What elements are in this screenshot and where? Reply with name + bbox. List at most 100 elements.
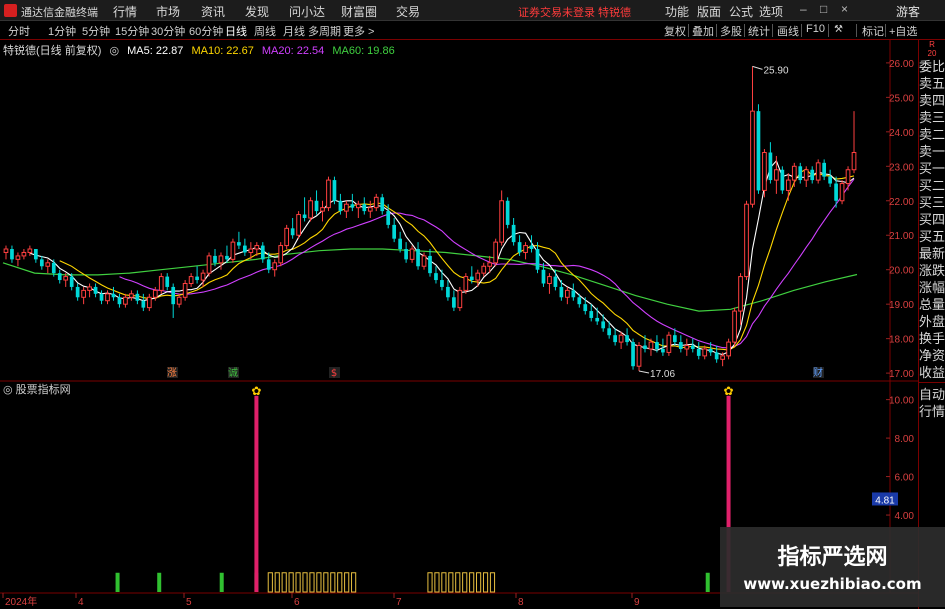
period-multi[interactable]: 多周期	[308, 23, 341, 39]
stock-name[interactable]: 特锐德(日线 前复权)	[3, 45, 101, 57]
menu-ask[interactable]: 问小达	[289, 3, 325, 20]
candle	[320, 200, 325, 222]
panel-item-weibi[interactable]: 委比	[919, 58, 945, 75]
period-more[interactable]: 更多 >	[343, 23, 374, 39]
candle	[93, 283, 98, 298]
candle-body-down	[434, 273, 438, 281]
panel-item-quote[interactable]: 行情	[919, 403, 945, 420]
panel-item-change[interactable]: 涨跌	[919, 262, 945, 279]
panel-item-outer[interactable]: 外盘	[919, 313, 945, 330]
period-weekly[interactable]: 周线	[254, 23, 276, 39]
candle-body-up	[146, 296, 152, 309]
menu-market[interactable]: 市场	[156, 3, 180, 20]
maximize-icon[interactable]: □	[820, 2, 827, 16]
candle-body-down	[404, 249, 408, 260]
period-timeshare[interactable]: 分时	[8, 23, 30, 39]
panel-item-sell3[interactable]: 卖三	[919, 109, 945, 126]
period-5min[interactable]: 5分钟	[82, 23, 110, 39]
panel-item-buy1[interactable]: 买一	[919, 160, 945, 177]
panel-item-netasset[interactable]: 净资	[919, 347, 945, 364]
period-30min[interactable]: 30分钟	[151, 23, 185, 39]
menu-formula[interactable]: 公式	[729, 3, 753, 20]
candle-body-up	[188, 276, 194, 284]
candle-body-up	[129, 293, 134, 298]
toolbar-divider	[828, 24, 829, 37]
minimize-icon[interactable]: –	[800, 2, 807, 16]
panel-item-sell4[interactable]: 卖四	[919, 92, 945, 109]
candle	[57, 269, 62, 284]
candle	[791, 162, 797, 187]
candle-body-down	[553, 276, 558, 287]
panel-item-volume[interactable]: 总量	[919, 296, 945, 313]
candle	[129, 290, 134, 301]
candle-body-up	[839, 183, 845, 202]
panel-item-auto[interactable]: 自动	[919, 386, 945, 403]
draw-button[interactable]: 画线	[777, 23, 799, 39]
panel-item-buy5[interactable]: 买五	[919, 228, 945, 245]
panel-item-turnover[interactable]: 换手	[919, 330, 945, 347]
guest-label[interactable]: 游客	[896, 3, 920, 20]
adjust-button[interactable]: 复权	[664, 23, 686, 39]
candle-body-down	[690, 345, 695, 349]
candle	[547, 273, 552, 294]
legend-gear-icon[interactable]: ◎	[109, 45, 119, 57]
overlay-button[interactable]: 叠加	[692, 23, 714, 39]
candle	[678, 335, 683, 353]
indicator-current-value: 4.81	[875, 495, 895, 506]
period-monthly[interactable]: 月线	[283, 23, 305, 39]
ma5-value: MA5: 22.87	[127, 45, 184, 57]
panel-item-buy3[interactable]: 买三	[919, 194, 945, 211]
candle-body-down	[571, 290, 576, 298]
panel-item-buy2[interactable]: 买二	[919, 177, 945, 194]
candle	[505, 197, 510, 229]
panel-item-buy4[interactable]: 买四	[919, 211, 945, 228]
panel-item-pct[interactable]: 涨幅	[919, 279, 945, 296]
menu-quotes[interactable]: 行情	[113, 3, 137, 20]
f10-button[interactable]: F10	[806, 23, 825, 35]
candle-body-up	[481, 265, 487, 274]
signal-bar-yellow	[489, 572, 496, 593]
panel-item-sell1[interactable]: 卖一	[919, 143, 945, 160]
menu-function[interactable]: 功能	[665, 3, 689, 20]
candle-body-up	[320, 207, 325, 212]
indicator-gear-icon[interactable]: ◎	[3, 384, 16, 396]
multi-stock-button[interactable]: 多股	[720, 23, 742, 39]
price-tick-label: 25.00	[889, 93, 914, 104]
candle-body-up	[732, 310, 737, 343]
candle-body-down	[678, 342, 683, 349]
candle	[595, 307, 600, 325]
menu-options[interactable]: 选项	[759, 3, 783, 20]
candle	[618, 331, 624, 349]
candle-body-down	[631, 342, 635, 367]
tool-icon[interactable]: ⚒	[834, 24, 843, 35]
stats-button[interactable]: 统计	[748, 23, 770, 39]
candle	[45, 259, 51, 274]
menu-layout[interactable]: 版面	[697, 3, 721, 20]
candle-body-up	[254, 245, 260, 250]
panel-item-latest[interactable]: 最新	[919, 245, 945, 262]
period-1min[interactable]: 1分钟	[48, 23, 76, 39]
mark-button[interactable]: 标记	[862, 23, 884, 39]
indicator-title[interactable]: ◎ 股票指标网	[3, 381, 71, 397]
chart-area[interactable]: 26.00 25.00 24.00 23.00 22.00 21.00 20.00 19.00…	[0, 40, 918, 609]
period-15min[interactable]: 15分钟	[115, 23, 149, 39]
candle	[260, 242, 265, 263]
toolbar-divider	[772, 24, 773, 37]
quote-side-panel: R 20 委比 卖五 卖四 卖三 卖二 卖一 买一 买二 买三 买四 买五 最新…	[918, 40, 945, 609]
menu-news[interactable]: 资讯	[201, 3, 225, 20]
candle	[457, 286, 463, 312]
panel-item-sell5[interactable]: 卖五	[919, 75, 945, 92]
add-watchlist-button[interactable]: +自选	[889, 23, 917, 39]
menu-trade[interactable]: 交易	[396, 3, 420, 20]
panel-item-sell2[interactable]: 卖二	[919, 126, 945, 143]
watermark: 指标严选网 www.xuezhibiao.com	[720, 527, 945, 607]
login-warning[interactable]: 证券交易未登录 特锐德	[518, 4, 631, 20]
menu-wealth[interactable]: 财富圈	[341, 3, 377, 20]
menu-discover[interactable]: 发现	[245, 3, 269, 20]
candle	[845, 166, 851, 191]
panel-item-eps[interactable]: 收益	[919, 364, 945, 381]
period-60min[interactable]: 60分钟	[189, 23, 223, 39]
candle-body-down	[822, 162, 827, 177]
close-icon[interactable]: ×	[841, 2, 848, 16]
period-daily[interactable]: 日线	[225, 23, 247, 39]
